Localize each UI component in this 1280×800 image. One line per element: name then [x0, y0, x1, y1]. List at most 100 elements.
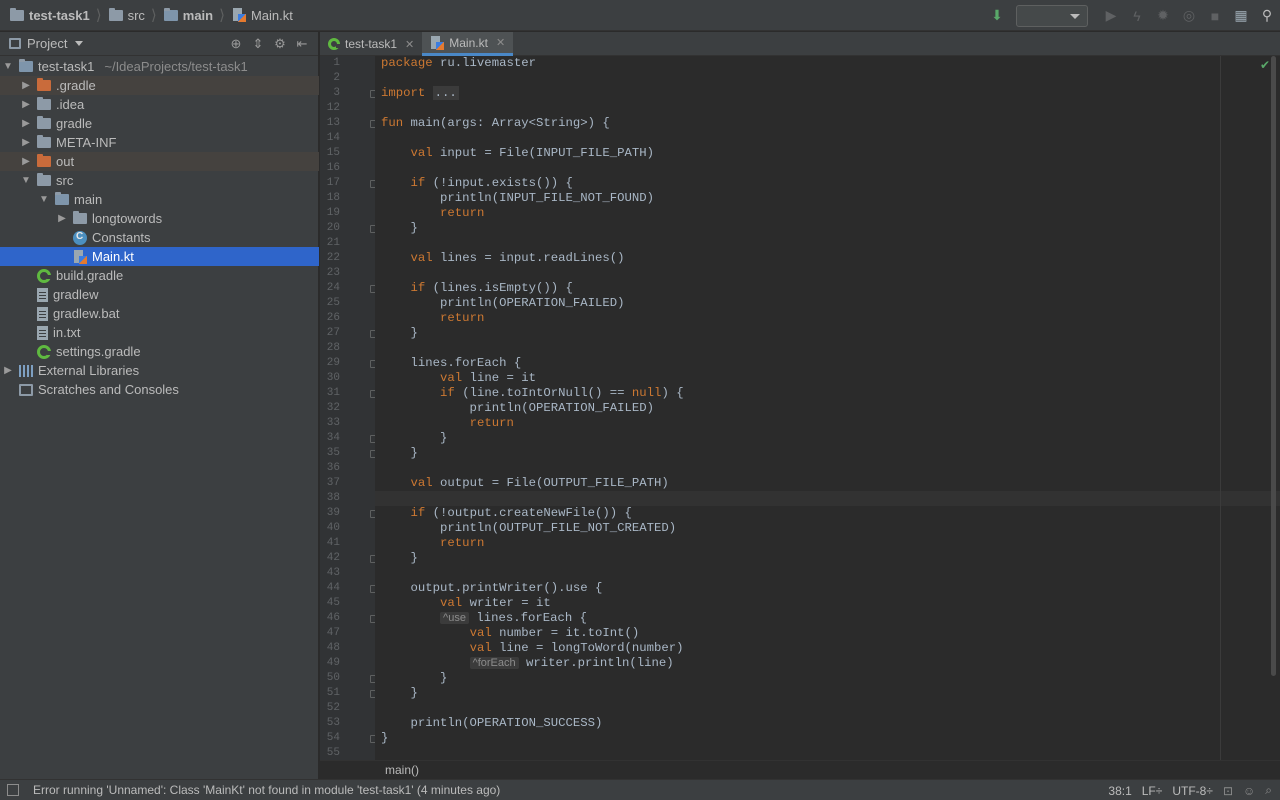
debug-lightning-icon[interactable]: ϟ: [1124, 0, 1150, 31]
tree-item[interactable]: ▶ .gradle: [0, 76, 319, 95]
coverage-icon[interactable]: ◎: [1176, 0, 1202, 31]
run-configuration-select[interactable]: [1016, 4, 1088, 27]
close-icon[interactable]: ✕: [496, 36, 505, 49]
tree-item[interactable]: ▼ src: [0, 171, 319, 190]
chevron-right-icon[interactable]: ▶: [19, 99, 33, 110]
code-line[interactable]: val writer = it: [381, 596, 551, 611]
code-editor[interactable]: ✔ package ru.livemaster import ... fun mai…: [375, 56, 1280, 760]
code-line[interactable]: package ru.livemaster: [381, 56, 536, 71]
code-line[interactable]: if (!input.exists()) {: [381, 176, 573, 191]
code-breadcrumb[interactable]: main(): [320, 760, 1280, 779]
code-line[interactable]: val line = longToWord(number): [381, 641, 684, 656]
code-line[interactable]: import ...: [381, 86, 459, 101]
code-line[interactable]: val number = it.toInt(): [381, 626, 640, 641]
chevron-down-icon[interactable]: [75, 41, 84, 46]
kotlin-file-icon: [73, 249, 87, 264]
code-line[interactable]: val output = File(OUTPUT_FILE_PATH): [381, 476, 669, 491]
tree-item[interactable]: ▼ test-task1 ~/IdeaProjects/test-task1: [0, 57, 319, 76]
tree-item[interactable]: settings.gradle: [0, 342, 319, 361]
inspector-icon[interactable]: ☺: [1243, 784, 1255, 798]
code-line[interactable]: val lines = input.readLines(): [381, 251, 625, 266]
gear-icon[interactable]: ⚙: [272, 36, 288, 52]
code-line[interactable]: if (!output.createNewFile()) {: [381, 506, 632, 521]
tree-item[interactable]: ▶ out: [0, 152, 319, 171]
status-message[interactable]: Error running 'Unnamed': Class 'MainKt' …: [33, 783, 500, 797]
editor-scrollbar[interactable]: [1271, 56, 1276, 676]
editor-tab[interactable]: test-task1 ✕: [320, 32, 422, 56]
line-separator[interactable]: LF÷: [1142, 784, 1163, 798]
code-line[interactable]: }: [381, 686, 418, 701]
line-number: 34: [326, 432, 340, 444]
code-line[interactable]: println(OUTPUT_FILE_NOT_CREATED): [381, 521, 676, 536]
build-icon[interactable]: ⬇: [984, 0, 1010, 31]
breadcrumb-item[interactable]: main: [162, 0, 215, 31]
chevron-right-icon[interactable]: ▶: [19, 156, 33, 167]
code-line[interactable]: fun main(args: Array<String>) {: [381, 116, 610, 131]
code-line[interactable]: println(INPUT_FILE_NOT_FOUND): [381, 191, 654, 206]
tree-item[interactable]: in.txt: [0, 323, 319, 342]
tree-item[interactable]: build.gradle: [0, 266, 319, 285]
tree-item[interactable]: ▶ .idea: [0, 95, 319, 114]
collapse-all-icon[interactable]: ⇕: [250, 36, 266, 52]
code-line[interactable]: return: [381, 206, 484, 221]
code-line[interactable]: ^forEach writer.println(line): [381, 656, 674, 671]
debug-icon[interactable]: ✹: [1150, 0, 1176, 31]
code-line[interactable]: lines.forEach {: [381, 356, 522, 371]
code-line[interactable]: }: [381, 446, 418, 461]
chevron-right-icon[interactable]: ▶: [55, 213, 69, 224]
stop-icon[interactable]: ■: [1202, 0, 1228, 31]
tree-item[interactable]: gradlew: [0, 285, 319, 304]
code-line[interactable]: if (lines.isEmpty()) {: [381, 281, 573, 296]
code-line[interactable]: if (line.toIntOrNull() == null) {: [381, 386, 684, 401]
code-line[interactable]: ^use lines.forEach {: [381, 611, 587, 626]
tree-item[interactable]: ▶ gradle: [0, 114, 319, 133]
search-icon[interactable]: ⚲: [1254, 0, 1280, 31]
caret-position[interactable]: 38:1: [1108, 784, 1131, 798]
code-line[interactable]: }: [381, 551, 418, 566]
code-line[interactable]: return: [381, 311, 484, 326]
breadcrumb-item[interactable]: test-task1: [8, 0, 92, 31]
lock-icon[interactable]: ⊡: [1223, 784, 1233, 798]
tree-item[interactable]: ▼ main: [0, 190, 319, 209]
tree-item[interactable]: ▶ META-INF: [0, 133, 319, 152]
editor-tab[interactable]: Main.kt ✕: [422, 32, 514, 56]
tree-item[interactable]: Main.kt: [0, 247, 319, 266]
hide-panel-icon[interactable]: ⇤: [294, 36, 310, 52]
code-line[interactable]: println(OPERATION_FAILED): [381, 296, 625, 311]
chevron-right-icon[interactable]: ▶: [1, 365, 15, 376]
close-icon[interactable]: ✕: [405, 38, 414, 51]
project-panel-header[interactable]: Project ⊕ ⇕ ⚙ ⇤: [0, 32, 318, 56]
locate-icon[interactable]: ⊕: [228, 36, 244, 52]
file-encoding[interactable]: UTF-8÷: [1172, 784, 1213, 798]
tree-item[interactable]: Constants: [0, 228, 319, 247]
code-line[interactable]: }: [381, 221, 418, 236]
tree-item[interactable]: ▶ longtowords: [0, 209, 319, 228]
chevron-down-icon[interactable]: ▼: [37, 194, 51, 205]
code-line[interactable]: return: [381, 536, 484, 551]
run-icon[interactable]: ▶: [1098, 0, 1124, 31]
code-line[interactable]: }: [381, 671, 447, 686]
code-line[interactable]: return: [381, 416, 514, 431]
tree-item[interactable]: ▶ External Libraries: [0, 361, 319, 380]
code-line[interactable]: println(OPERATION_SUCCESS): [381, 716, 603, 731]
code-line[interactable]: val input = File(INPUT_FILE_PATH): [381, 146, 655, 161]
code-line[interactable]: }: [381, 431, 447, 446]
tool-windows-icon[interactable]: [7, 784, 19, 796]
tree-item[interactable]: gradlew.bat: [0, 304, 319, 323]
project-structure-icon[interactable]: ▦: [1228, 0, 1254, 31]
tree-item[interactable]: Scratches and Consoles: [0, 380, 319, 399]
code-line[interactable]: println(OPERATION_FAILED): [381, 401, 655, 416]
line-number: 21: [326, 237, 340, 249]
breadcrumb-item[interactable]: src: [107, 0, 147, 31]
chevron-right-icon[interactable]: ▶: [19, 137, 33, 148]
code-line[interactable]: output.printWriter().use {: [381, 581, 603, 596]
chevron-down-icon[interactable]: ▼: [1, 61, 15, 72]
code-line[interactable]: val line = it: [381, 371, 536, 386]
code-line[interactable]: }: [381, 326, 418, 341]
code-line[interactable]: }: [381, 731, 388, 746]
event-log-icon[interactable]: ⌕: [1265, 783, 1272, 798]
breadcrumb-item[interactable]: Main.kt: [230, 0, 295, 31]
chevron-right-icon[interactable]: ▶: [19, 80, 33, 91]
chevron-right-icon[interactable]: ▶: [19, 118, 33, 129]
chevron-down-icon[interactable]: ▼: [19, 175, 33, 186]
